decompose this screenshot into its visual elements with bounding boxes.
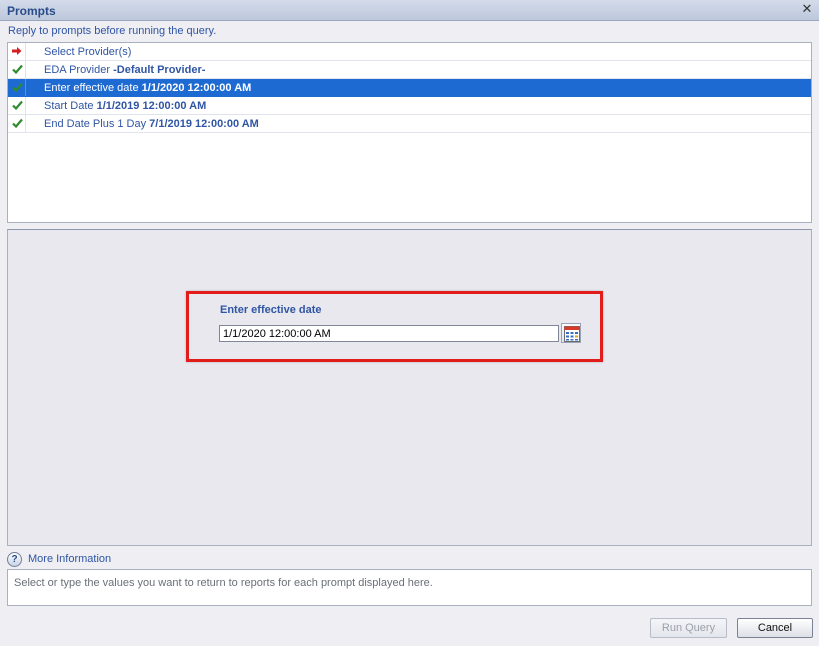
help-text-box: Select or type the values you want to re… [7,569,812,606]
help-icon: ? [7,552,22,567]
effective-date-input[interactable] [219,325,559,342]
prompt-row-effective-date[interactable]: Enter effective date 1/1/2020 12:00:00 A… [8,79,811,97]
field-label: Enter effective date [220,304,322,316]
prompt-label: Enter effective date 1/1/2020 12:00:00 A… [44,82,252,94]
help-text: Select or type the values you want to re… [14,577,433,589]
cancel-button[interactable]: Cancel [737,618,813,638]
prompt-label: EDA Provider -Default Provider- [44,64,206,76]
prompt-editor-panel [7,229,812,546]
close-icon[interactable]: ✕ [801,2,813,15]
prompt-label: End Date Plus 1 Day 7/1/2019 12:00:00 AM [44,118,259,130]
prompt-row-start-date[interactable]: Start Date 1/1/2019 12:00:00 AM [8,97,811,115]
checkmark-icon [8,79,26,96]
checkmark-icon [8,115,26,132]
checkmark-icon [8,97,26,114]
window-title: Prompts [7,4,56,18]
calendar-icon[interactable] [561,323,581,343]
run-query-button[interactable]: Run Query [650,618,727,638]
arrow-right-icon [8,43,26,60]
prompt-list: Select Provider(s) EDA Provider -Default… [7,42,812,223]
prompt-row-eda-provider[interactable]: EDA Provider -Default Provider- [8,61,811,79]
prompt-row-select-providers[interactable]: Select Provider(s) [8,43,811,61]
title-bar: Prompts ✕ [0,0,819,21]
instruction-text: Reply to prompts before running the quer… [8,25,217,37]
prompt-label: Start Date 1/1/2019 12:00:00 AM [44,100,207,112]
more-information-label: More Information [28,553,112,565]
checkmark-icon [8,61,26,78]
prompt-row-end-date[interactable]: End Date Plus 1 Day 7/1/2019 12:00:00 AM [8,115,811,133]
prompt-label: Select Provider(s) [44,46,132,58]
